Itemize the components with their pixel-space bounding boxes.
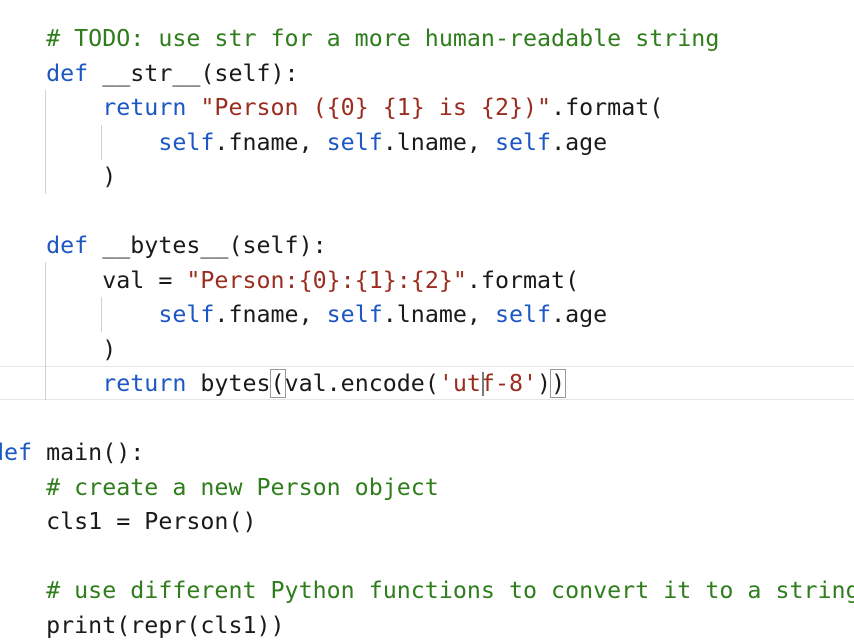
code-token: self [158, 128, 215, 156]
code-line[interactable]: return bytes(val.encode('utf-8')) [0, 367, 567, 402]
text-cursor [482, 372, 484, 396]
code-token: ) [102, 163, 117, 190]
code-token: __bytes__(self): [88, 232, 327, 259]
code-line[interactable]: self.fname, self.lname, self.age [0, 126, 607, 161]
code-token: val.encode( [284, 370, 439, 397]
code-token: self [494, 301, 552, 328]
code-token: def [46, 59, 89, 87]
code-token: bytes [186, 370, 271, 397]
code-token: .lname, [382, 301, 495, 328]
code-line[interactable]: return "Person ({0} {1} is {2})".format( [0, 91, 663, 126]
code-token: print(repr(cls1)) [46, 611, 285, 639]
code-line[interactable]: def main(): [0, 436, 144, 471]
code-line[interactable]: # use different Python functions to conv… [0, 574, 854, 609]
code-token: 'utf-8' [438, 370, 538, 397]
code-line[interactable]: self.fname, self.lname, self.age [0, 298, 607, 333]
code-token: # use different Python functions to conv… [46, 577, 854, 604]
code-token: .lname, [382, 128, 495, 156]
code-token: ) [550, 369, 567, 398]
code-line[interactable]: ) [0, 333, 116, 368]
code-line[interactable]: def __str__(self): [0, 57, 299, 92]
code-token: return [102, 370, 187, 397]
code-token: ) [102, 335, 117, 363]
code-token: .fname, [214, 128, 327, 156]
code-token: self [326, 301, 383, 328]
code-token: "Person ({0} {1} is {2})" [200, 94, 552, 121]
code-token: def [46, 232, 89, 259]
code-editor[interactable]: # TODO: use str for a more human-readabl… [0, 0, 854, 641]
code-line[interactable]: val = "Person:{0}:{1}:{2}".format( [0, 264, 579, 299]
code-token: self [158, 301, 215, 328]
code-token: .age [551, 301, 608, 328]
code-token: self [326, 128, 383, 156]
code-token: return [102, 94, 187, 121]
code-token: # create a new Person object [46, 473, 439, 501]
code-token: ( [269, 369, 286, 398]
code-token: "Person:{0}:{1}:{2}" [186, 266, 467, 294]
code-token: .format( [466, 266, 580, 294]
code-token: .fname, [214, 301, 327, 328]
code-line[interactable]: cls1 = Person() [0, 505, 257, 540]
code-line[interactable]: ) [0, 160, 116, 195]
code-line[interactable]: # TODO: use str for a more human-readabl… [0, 22, 719, 57]
code-token: # TODO: use str for a more human-readabl… [46, 25, 720, 52]
code-token: ) [537, 370, 552, 397]
code-line[interactable]: print(repr(cls1)) [0, 609, 285, 641]
code-line[interactable]: def __bytes__(self): [0, 229, 327, 264]
code-token: main(): [32, 439, 145, 466]
code-line[interactable]: # create a new Person object [0, 471, 439, 506]
code-token: def [0, 439, 33, 466]
code-token: cls1 = Person() [46, 508, 257, 535]
code-token: __str__(self): [88, 59, 299, 87]
code-token: .age [551, 128, 608, 156]
code-token: self [494, 128, 552, 156]
code-token: val = [102, 266, 187, 294]
code-token: .format( [551, 94, 664, 121]
